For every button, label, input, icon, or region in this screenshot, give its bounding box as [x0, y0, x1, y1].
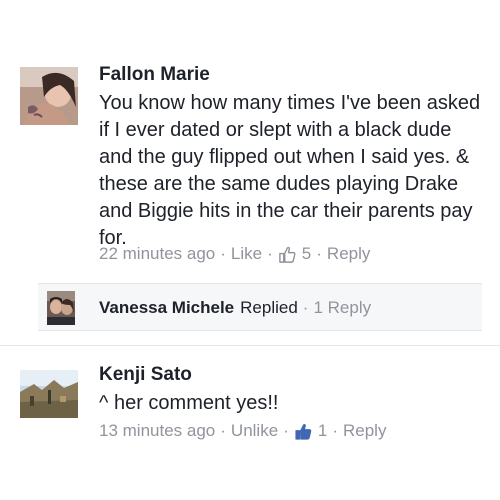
separator: · [332, 421, 338, 440]
profile-photo-icon [47, 291, 75, 325]
comment-text: You know how many times I've been asked … [99, 92, 481, 249]
thumbs-up-icon [278, 245, 297, 264]
separator: · [220, 244, 226, 263]
comment-author[interactable]: Kenji Sato [99, 364, 192, 386]
unlike-button[interactable]: Unlike [231, 421, 278, 441]
profile-photo-icon [20, 67, 78, 125]
thumbs-up-icon [294, 422, 313, 441]
profile-photo-icon [20, 370, 78, 418]
divider [0, 345, 500, 346]
separator: · [316, 244, 322, 263]
like-button[interactable]: Like [231, 244, 262, 264]
avatar[interactable] [47, 291, 75, 325]
comment-timestamp: 22 minutes ago [99, 244, 216, 263]
separator: · [220, 421, 226, 440]
separator: · [302, 298, 309, 317]
comment-author[interactable]: Fallon Marie [99, 64, 210, 86]
comment-meta: 22 minutes ago · Like · 5 · Reply [99, 244, 370, 264]
reply-summary[interactable]: Vanessa Michele Replied · 1 Reply [38, 283, 482, 331]
like-count[interactable]: 5 [302, 244, 311, 264]
avatar[interactable] [20, 67, 78, 125]
reply-button[interactable]: Reply [343, 421, 386, 441]
like-count[interactable]: 1 [318, 421, 327, 441]
reply-author[interactable]: Vanessa Michele [99, 298, 234, 318]
avatar[interactable] [20, 370, 78, 418]
reply-count-link[interactable]: 1 Reply [313, 298, 371, 318]
comment-meta: 13 minutes ago · Unlike · 1 · Reply [99, 421, 386, 441]
separator: · [267, 244, 273, 263]
comment-timestamp: 13 minutes ago [99, 421, 216, 440]
separator: · [283, 421, 289, 440]
reply-button[interactable]: Reply [327, 244, 370, 264]
comment-text: ^ her comment yes!! [99, 392, 279, 414]
replied-label: Replied [240, 298, 298, 317]
